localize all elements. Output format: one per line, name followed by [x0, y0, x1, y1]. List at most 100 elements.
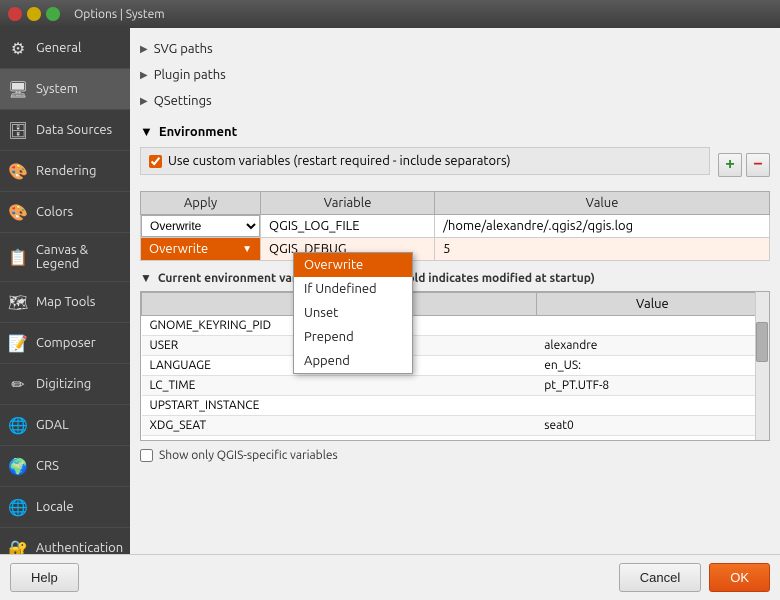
qsettings-arrow: ▶	[140, 95, 148, 107]
dropdown-option-overwrite[interactable]: Overwrite	[294, 253, 412, 277]
current-env-header[interactable]: ▼ Current environment variables (read-on…	[140, 271, 770, 285]
sidebar-item-canvas-legend[interactable]: 📋 Canvas & Legend	[0, 233, 130, 282]
maximize-button[interactable]	[46, 7, 60, 21]
environment-arrow: ▼	[140, 124, 153, 139]
env-row: XDG_SEAT seat0	[142, 416, 769, 436]
show-only-row: Show only QGIS-specific variables	[140, 449, 770, 462]
env-row: UPSTART_INSTANCE	[142, 396, 769, 416]
env-val-4: pt_PT.UTF-8	[536, 376, 768, 396]
show-only-checkbox[interactable]	[140, 449, 153, 462]
variables-table: Apply Variable Value Overwrite If Undefi…	[140, 191, 770, 261]
sidebar-item-gdal[interactable]: 🌐 GDAL	[0, 405, 130, 446]
minimize-button[interactable]	[27, 7, 41, 21]
svg-paths-section[interactable]: ▶ SVG paths	[140, 38, 770, 60]
add-variable-button[interactable]: +	[718, 153, 742, 177]
env-row: GNOME_KEYRING_PID	[142, 316, 769, 336]
plugin-paths-label: Plugin paths	[154, 68, 226, 82]
composer-icon: 📝	[8, 333, 28, 353]
crs-icon: 🌍	[8, 456, 28, 476]
table-row[interactable]: Overwrite ▼ QGIS_DEBUG 5	[141, 238, 770, 261]
env-var-4: LC_TIME	[142, 376, 537, 396]
qsettings-label: QSettings	[154, 94, 212, 108]
svg-paths-arrow: ▶	[140, 43, 148, 55]
value-cell-2: 5	[435, 238, 770, 261]
sidebar-label-map-tools: Map Tools	[36, 295, 95, 309]
sidebar-label-data-sources: Data Sources	[36, 123, 112, 137]
apply-value-2: Overwrite	[149, 242, 242, 256]
env-row: LANGUAGE en_US:	[142, 356, 769, 376]
show-only-label: Show only QGIS-specific variables	[159, 449, 338, 462]
canvas-legend-icon: 📋	[8, 247, 28, 267]
sidebar-label-gdal: GDAL	[36, 418, 69, 432]
scrollbar-thumb[interactable]	[756, 322, 768, 362]
environment-section: ▼ Environment Use custom variables (rest…	[140, 124, 770, 472]
plugin-paths-arrow: ▶	[140, 69, 148, 81]
bottom-right-buttons: Cancel OK	[619, 563, 770, 592]
apply-cell-2[interactable]: Overwrite ▼	[141, 238, 261, 261]
sidebar-label-authentication: Authentication	[36, 541, 123, 554]
plugin-paths-section[interactable]: ▶ Plugin paths	[140, 64, 770, 86]
scrollbar-track[interactable]	[755, 292, 769, 440]
locale-icon: 🌐	[8, 497, 28, 517]
env-var-5: UPSTART_INSTANCE	[142, 396, 537, 416]
env-col-value: Value	[536, 293, 768, 316]
sidebar-item-authentication[interactable]: 🔐 Authentication	[0, 528, 130, 554]
sidebar-label-composer: Composer	[36, 336, 96, 350]
apply-select-1[interactable]: Overwrite If Undefined Unset Prepend App…	[141, 215, 260, 237]
current-env-table: Variable Value GNOME_KEYRING_PID USER al…	[141, 292, 769, 436]
general-icon: ⚙	[8, 38, 28, 58]
sidebar-label-locale: Locale	[36, 500, 74, 514]
sidebar-label-colors: Colors	[36, 205, 73, 219]
custom-vars-checkbox-row: Use custom variables (restart required -…	[140, 147, 710, 175]
apply-cell-1[interactable]: Overwrite If Undefined Unset Prepend App…	[141, 215, 261, 238]
variable-cell-1: QGIS_LOG_FILE	[261, 215, 435, 238]
close-button[interactable]	[8, 7, 22, 21]
sidebar-label-canvas-legend: Canvas & Legend	[36, 243, 122, 271]
remove-variable-button[interactable]: −	[746, 153, 770, 177]
table-row[interactable]: Overwrite If Undefined Unset Prepend App…	[141, 215, 770, 238]
dropdown-option-unset[interactable]: Unset	[294, 301, 412, 325]
sidebar-label-crs: CRS	[36, 459, 59, 473]
col-header-apply: Apply	[141, 192, 261, 215]
dropdown-option-prepend[interactable]: Prepend	[294, 325, 412, 349]
map-tools-icon: 🗺	[8, 292, 28, 312]
sidebar-item-colors[interactable]: 🎨 Colors	[0, 192, 130, 233]
system-icon: 🖥	[8, 79, 28, 99]
digitizing-icon: ✏	[8, 374, 28, 394]
help-button[interactable]: Help	[10, 563, 79, 592]
sidebar: ⚙ General 🖥 System 🗄 Data Sources 🎨 Rend…	[0, 28, 130, 554]
sidebar-label-rendering: Rendering	[36, 164, 96, 178]
dropdown-option-append[interactable]: Append	[294, 349, 412, 373]
sidebar-item-composer[interactable]: 📝 Composer	[0, 323, 130, 364]
current-env-table-wrapper[interactable]: Variable Value GNOME_KEYRING_PID USER al…	[140, 291, 770, 441]
rendering-icon: 🎨	[8, 161, 28, 181]
col-header-value: Value	[435, 192, 770, 215]
sidebar-item-crs[interactable]: 🌍 CRS	[0, 446, 130, 487]
sidebar-label-digitizing: Digitizing	[36, 377, 91, 391]
current-env-arrow: ▼	[140, 271, 152, 285]
environment-header[interactable]: ▼ Environment	[140, 124, 770, 139]
apply-dropdown: Overwrite If Undefined Unset Prepend App…	[293, 252, 413, 374]
custom-vars-checkbox[interactable]	[149, 155, 162, 168]
env-row: USER alexandre	[142, 336, 769, 356]
sidebar-item-system[interactable]: 🖥 System	[0, 69, 130, 110]
sidebar-item-general[interactable]: ⚙ General	[0, 28, 130, 69]
env-var-6: XDG_SEAT	[142, 416, 537, 436]
content-area: ▶ SVG paths ▶ Plugin paths ▶ QSettings ▼…	[130, 28, 780, 554]
sidebar-item-rendering[interactable]: 🎨 Rendering	[0, 151, 130, 192]
environment-label: Environment	[159, 125, 237, 139]
table-controls: + −	[718, 153, 770, 177]
dropdown-option-if-undefined[interactable]: If Undefined	[294, 277, 412, 301]
sidebar-label-general: General	[36, 41, 81, 55]
sidebar-item-data-sources[interactable]: 🗄 Data Sources	[0, 110, 130, 151]
cancel-button[interactable]: Cancel	[619, 563, 701, 592]
custom-vars-label: Use custom variables (restart required -…	[168, 154, 511, 168]
ok-button[interactable]: OK	[709, 563, 770, 592]
bottom-bar: Help Cancel OK	[0, 554, 780, 600]
data-sources-icon: 🗄	[8, 120, 28, 140]
qsettings-section[interactable]: ▶ QSettings	[140, 90, 770, 112]
sidebar-item-map-tools[interactable]: 🗺 Map Tools	[0, 282, 130, 323]
sidebar-item-locale[interactable]: 🌐 Locale	[0, 487, 130, 528]
sidebar-item-digitizing[interactable]: ✏ Digitizing	[0, 364, 130, 405]
authentication-icon: 🔐	[8, 538, 28, 554]
